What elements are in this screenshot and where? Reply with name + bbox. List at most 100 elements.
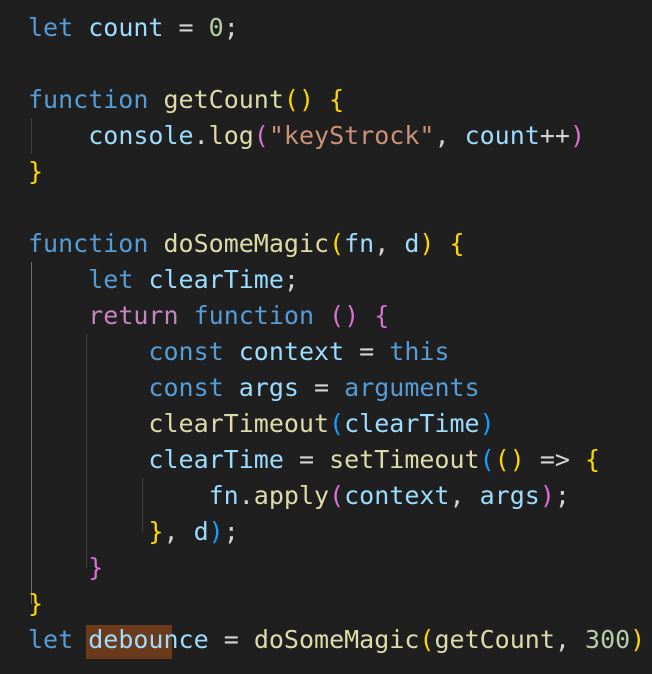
code-token: args [238,373,299,402]
code-line[interactable]: return function () { [28,298,389,334]
code-line[interactable]: function getCount() { [28,82,344,118]
code-token: const [148,337,224,366]
code-token: d [193,517,209,546]
code-token: = [298,445,315,474]
code-token: ( [329,481,345,510]
code-token: setTimeout [329,445,480,474]
code-token: , [449,481,465,510]
code-token: "keyStrock" [268,121,435,150]
code-token: return [88,301,179,330]
code-line[interactable]: clearTimeout(clearTime) [28,406,494,442]
code-token: , [434,121,450,150]
code-token: ( [479,445,495,474]
code-token: { [449,229,465,258]
code-token: arguments [344,373,480,402]
code-token: function [28,85,149,114]
code-token: = [314,373,330,402]
code-token: ( [329,229,345,258]
code-line[interactable]: let clearTime; [28,262,299,298]
code-token: d [404,229,420,258]
code-line[interactable]: }, d); [28,514,239,550]
code-line[interactable]: console.log("keyStrock", count++) [28,118,585,154]
code-token: function [193,301,315,330]
code-line[interactable]: } [28,586,43,622]
code-token: ; [223,13,239,42]
code-line[interactable]: clearTime = setTimeout(() => { [28,442,600,478]
code-line[interactable]: } [28,550,103,586]
code-token: doSomeMagic [253,625,420,654]
code-token: ; [554,481,570,510]
code-token: ( [253,121,269,150]
code-line[interactable]: let debounce = doSomeMagic(getCount, 300… [28,622,645,658]
code-token: doSomeMagic [163,229,330,258]
code-line[interactable]: let count = 0; [28,10,239,46]
code-token: ; [223,517,239,546]
code-line[interactable]: fn.apply(context, args); [28,478,570,514]
code-token: let [28,625,74,654]
code-token: console [88,121,194,150]
code-token: fn [208,481,239,510]
code-token: context [344,481,450,510]
code-content-area[interactable]: let count = 0; function getCount() { cons… [0,0,652,674]
code-token: let [28,13,74,42]
code-token: ) [208,517,224,546]
code-line[interactable]: } [28,154,43,190]
code-token: apply [253,481,330,510]
code-token: = [359,337,375,366]
code-token: context [238,337,345,366]
code-line[interactable]: function doSomeMagic(fn, d) { [28,226,465,262]
code-token: ( [419,625,435,654]
code-line[interactable]: const context = this [28,334,449,370]
code-token: { [585,445,601,474]
code-token: args [479,481,540,510]
code-line[interactable]: const args = arguments [28,370,480,406]
code-token: , [374,229,390,258]
code-token: . [238,481,254,510]
code-token: } [28,589,44,618]
code-token: ) [298,85,315,114]
code-token: log [208,121,254,150]
code-token: count [88,13,164,42]
code-token: fn [344,229,375,258]
code-token: function [28,229,149,258]
code-token: ( [329,301,345,330]
code-token: count [464,121,540,150]
code-token: const [148,373,224,402]
code-token: clearTime [148,265,284,294]
code-token: let [88,265,134,294]
code-token: ) [344,301,360,330]
code-editor[interactable]: let count = 0; function getCount() { cons… [0,0,652,674]
code-token: { [329,85,345,114]
code-token: ( [494,445,510,474]
code-token: ; [283,265,299,294]
code-token: . [193,121,209,150]
code-token: = [178,13,194,42]
